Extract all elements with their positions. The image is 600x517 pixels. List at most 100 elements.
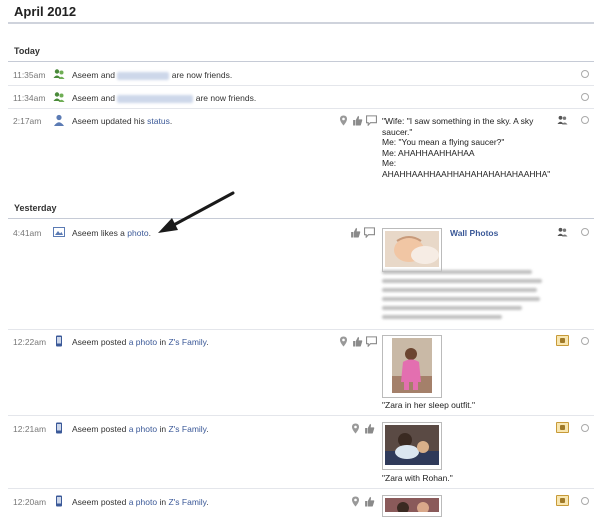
story-end: . [206,497,209,507]
location-icon[interactable] [338,336,349,347]
audience-friends-icon[interactable] [557,227,568,237]
hide-radio[interactable] [581,93,589,101]
profile-icon [54,114,64,126]
photo-like-icon [53,227,65,237]
story-mid: in [159,424,167,434]
story-prefix: Aseem posted [72,337,127,347]
timeline-month-title: April 2012 [14,4,77,19]
photo-link[interactable]: photo [127,228,148,238]
mobile-icon [56,495,62,507]
status-quote-text: "Wife: "I saw something in the sky. A sk… [382,116,551,179]
story-end: . [169,116,173,126]
status-link[interactable]: status [147,116,170,126]
group-link[interactable]: Z's Family [168,337,206,347]
family-audience-icon[interactable] [556,495,569,506]
story-prefix: Aseem likes a [72,228,125,238]
row-divider [8,329,594,330]
location-icon[interactable] [350,496,361,507]
location-icon[interactable] [350,423,361,434]
activity-story: Aseem posted a photo in Z's Family. [72,337,209,347]
group-link[interactable]: Z's Family [168,424,206,434]
story-actions [338,336,377,347]
story-actions [350,496,375,507]
activity-time: 11:34am [13,93,46,103]
story-end: . [206,424,209,434]
mobile-icon [56,422,62,434]
cropped-photo-image [385,498,439,514]
activity-time: 2:17am [13,116,42,126]
section-today-label: Today [14,46,40,56]
story-mid: in [159,337,167,347]
row-divider [8,85,594,86]
comment-icon[interactable] [364,227,375,238]
photo-link[interactable]: a photo [129,337,157,347]
hide-radio[interactable] [581,424,589,432]
family-audience-icon[interactable] [556,335,569,346]
photo-caption: "Zara with Rohan." [382,473,453,483]
activity-story: Aseem updated his status. [72,116,172,126]
posted-photo-thumbnail[interactable] [382,422,442,470]
story-prefix: Aseem and [72,93,115,103]
like-icon[interactable] [364,423,375,434]
activity-time: 4:41am [13,228,42,238]
story-actions [338,115,377,126]
activity-story: Aseem posted a photo in Z's Family. [72,424,209,434]
audience-friends-icon[interactable] [557,115,568,125]
photo-caption: "Zara in her sleep outfit." [382,400,475,410]
story-prefix: Aseem and [72,70,115,80]
blurred-photo-description [382,270,547,324]
status-quote: "Wife: "I saw something in the sky. A sk… [382,116,562,179]
liked-photo-thumbnail[interactable] [382,228,442,272]
story-actions [350,423,375,434]
like-icon[interactable] [350,227,361,238]
story-suffix: are now friends. [195,93,257,103]
posted-photo-thumbnail[interactable] [382,335,442,398]
story-prefix: Aseem posted [72,424,127,434]
section-yesterday-label: Yesterday [14,203,57,213]
hide-radio[interactable] [581,70,589,78]
like-icon[interactable] [352,115,363,126]
activity-time: 12:20am [13,497,47,507]
story-mid: in [159,497,167,507]
story-prefix: Aseem posted [72,497,127,507]
story-actions [350,227,375,238]
comment-icon[interactable] [366,115,377,126]
comment-icon[interactable] [366,336,377,347]
photo-link[interactable]: a photo [129,497,157,507]
hide-radio[interactable] [581,497,589,505]
section-today-divider [8,61,594,62]
hide-radio[interactable] [581,228,589,236]
baby-photo-image [385,231,439,267]
friends-icon [53,92,65,102]
hide-radio[interactable] [581,337,589,345]
story-suffix: are now friends. [171,70,233,80]
like-icon[interactable] [352,336,363,347]
location-icon[interactable] [338,115,349,126]
activity-story: Aseem likes a photo. [72,228,151,238]
header-divider [8,22,594,24]
zara-with-rohan-image [385,425,439,465]
friends-icon [53,69,65,79]
activity-story: Aseem and are now friends. [72,70,232,80]
row-divider [8,415,594,416]
activity-story: Aseem posted a photo in Z's Family. [72,497,209,507]
posted-photo-thumbnail[interactable] [382,495,442,517]
group-link[interactable]: Z's Family [168,497,206,507]
row-divider [8,488,594,489]
story-end: . [206,337,209,347]
photo-link[interactable]: a photo [129,424,157,434]
story-end: . [148,228,151,238]
activity-time: 12:21am [13,424,47,434]
album-link[interactable]: Wall Photos [450,228,498,238]
mobile-icon [56,335,62,347]
like-icon[interactable] [364,496,375,507]
blurred-friend-name [117,71,170,80]
blurred-friend-name [117,94,194,103]
activity-story: Aseem and are now friends. [72,93,256,103]
family-audience-icon[interactable] [556,422,569,433]
story-prefix: Aseem updated his [72,116,145,126]
hide-radio[interactable] [581,116,589,124]
zara-sleep-outfit-image [392,338,432,393]
section-yesterday-divider [8,218,594,219]
activity-time: 12:22am [13,337,47,347]
